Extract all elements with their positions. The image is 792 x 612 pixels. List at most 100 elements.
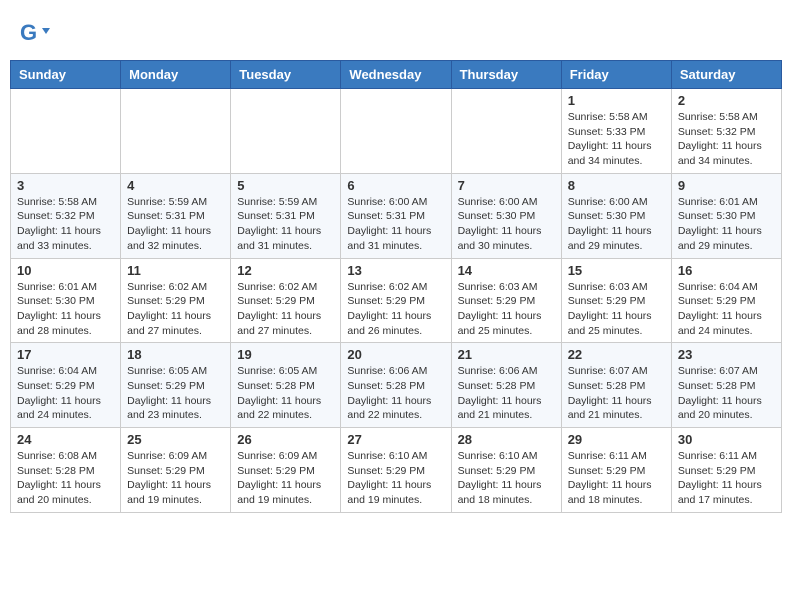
calendar-cell: 14Sunrise: 6:03 AM Sunset: 5:29 PM Dayli…	[451, 258, 561, 343]
day-info: Sunrise: 6:09 AM Sunset: 5:29 PM Dayligh…	[127, 449, 224, 508]
calendar-cell: 15Sunrise: 6:03 AM Sunset: 5:29 PM Dayli…	[561, 258, 671, 343]
day-info: Sunrise: 6:07 AM Sunset: 5:28 PM Dayligh…	[568, 364, 665, 423]
day-info: Sunrise: 6:02 AM Sunset: 5:29 PM Dayligh…	[347, 280, 444, 339]
calendar-table: SundayMondayTuesdayWednesdayThursdayFrid…	[10, 60, 782, 513]
day-number: 17	[17, 347, 114, 362]
day-number: 2	[678, 93, 775, 108]
day-info: Sunrise: 6:07 AM Sunset: 5:28 PM Dayligh…	[678, 364, 775, 423]
day-info: Sunrise: 6:00 AM Sunset: 5:30 PM Dayligh…	[568, 195, 665, 254]
calendar-week-5: 24 Sunrise: 6:08 AM Sunset: 5:28 PM Dayli…	[11, 428, 782, 513]
day-number: 29	[568, 432, 665, 447]
day-info: Sunrise: 6:01 AM Sunset: 5:30 PM Dayligh…	[17, 280, 114, 339]
day-number: 14	[458, 263, 555, 278]
day-info: Sunrise: 6:00 AM Sunset: 5:31 PM Dayligh…	[347, 195, 444, 254]
day-number: 19	[237, 347, 334, 362]
svg-text:G: G	[20, 20, 37, 45]
calendar-cell	[231, 89, 341, 174]
day-info: Sunrise: 6:00 AM Sunset: 5:30 PM Dayligh…	[458, 195, 555, 254]
day-number: 13	[347, 263, 444, 278]
day-info: Sunrise: 6:06 AM Sunset: 5:28 PM Dayligh…	[458, 364, 555, 423]
calendar-cell: 28 Sunrise: 6:10 AM Sunset: 5:29 PM Dayli…	[451, 428, 561, 513]
day-number: 20	[347, 347, 444, 362]
day-number: 12	[237, 263, 334, 278]
calendar-week-3: 10 Sunrise: 6:01 AM Sunset: 5:30 PM Dayli…	[11, 258, 782, 343]
day-number: 26	[237, 432, 334, 447]
day-number: 23	[678, 347, 775, 362]
calendar-cell: 16 Sunrise: 6:04 AM Sunset: 5:29 PM Dayli…	[671, 258, 781, 343]
day-info: Sunrise: 6:08 AM Sunset: 5:28 PM Dayligh…	[17, 449, 114, 508]
calendar-cell: 1Sunrise: 5:58 AM Sunset: 5:33 PM Daylig…	[561, 89, 671, 174]
day-number: 18	[127, 347, 224, 362]
weekday-header-sunday: Sunday	[11, 61, 121, 89]
day-number: 28	[458, 432, 555, 447]
day-info: Sunrise: 6:05 AM Sunset: 5:29 PM Dayligh…	[127, 364, 224, 423]
day-info: Sunrise: 6:11 AM Sunset: 5:29 PM Dayligh…	[678, 449, 775, 508]
weekday-header-thursday: Thursday	[451, 61, 561, 89]
calendar-cell: 29 Sunrise: 6:11 AM Sunset: 5:29 PM Dayli…	[561, 428, 671, 513]
day-info: Sunrise: 6:05 AM Sunset: 5:28 PM Dayligh…	[237, 364, 334, 423]
weekday-header-row: SundayMondayTuesdayWednesdayThursdayFrid…	[11, 61, 782, 89]
day-info: Sunrise: 5:58 AM Sunset: 5:32 PM Dayligh…	[678, 110, 775, 169]
page-header: G	[10, 10, 782, 55]
day-number: 8	[568, 178, 665, 193]
day-info: Sunrise: 5:58 AM Sunset: 5:33 PM Dayligh…	[568, 110, 665, 169]
day-number: 6	[347, 178, 444, 193]
day-number: 3	[17, 178, 114, 193]
day-number: 10	[17, 263, 114, 278]
calendar-cell: 21 Sunrise: 6:06 AM Sunset: 5:28 PM Dayli…	[451, 343, 561, 428]
logo: G	[20, 20, 54, 50]
day-info: Sunrise: 6:11 AM Sunset: 5:29 PM Dayligh…	[568, 449, 665, 508]
calendar-cell: 3 Sunrise: 5:58 AM Sunset: 5:32 PM Daylig…	[11, 173, 121, 258]
day-info: Sunrise: 6:02 AM Sunset: 5:29 PM Dayligh…	[127, 280, 224, 339]
calendar-cell: 13 Sunrise: 6:02 AM Sunset: 5:29 PM Dayli…	[341, 258, 451, 343]
day-info: Sunrise: 5:59 AM Sunset: 5:31 PM Dayligh…	[127, 195, 224, 254]
day-info: Sunrise: 6:06 AM Sunset: 5:28 PM Dayligh…	[347, 364, 444, 423]
day-info: Sunrise: 5:58 AM Sunset: 5:32 PM Dayligh…	[17, 195, 114, 254]
day-info: Sunrise: 6:10 AM Sunset: 5:29 PM Dayligh…	[347, 449, 444, 508]
day-info: Sunrise: 6:03 AM Sunset: 5:29 PM Dayligh…	[568, 280, 665, 339]
calendar-cell: 7Sunrise: 6:00 AM Sunset: 5:30 PM Daylig…	[451, 173, 561, 258]
day-number: 16	[678, 263, 775, 278]
calendar-cell: 8 Sunrise: 6:00 AM Sunset: 5:30 PM Daylig…	[561, 173, 671, 258]
calendar-cell: 18 Sunrise: 6:05 AM Sunset: 5:29 PM Dayli…	[121, 343, 231, 428]
calendar-cell: 11 Sunrise: 6:02 AM Sunset: 5:29 PM Dayli…	[121, 258, 231, 343]
day-number: 11	[127, 263, 224, 278]
calendar-cell: 19 Sunrise: 6:05 AM Sunset: 5:28 PM Dayli…	[231, 343, 341, 428]
calendar-cell: 25 Sunrise: 6:09 AM Sunset: 5:29 PM Dayli…	[121, 428, 231, 513]
weekday-header-tuesday: Tuesday	[231, 61, 341, 89]
calendar-week-4: 17 Sunrise: 6:04 AM Sunset: 5:29 PM Dayli…	[11, 343, 782, 428]
day-info: Sunrise: 6:01 AM Sunset: 5:30 PM Dayligh…	[678, 195, 775, 254]
calendar-cell	[451, 89, 561, 174]
calendar-cell	[11, 89, 121, 174]
day-number: 9	[678, 178, 775, 193]
calendar-cell: 6 Sunrise: 6:00 AM Sunset: 5:31 PM Daylig…	[341, 173, 451, 258]
weekday-header-friday: Friday	[561, 61, 671, 89]
day-info: Sunrise: 6:10 AM Sunset: 5:29 PM Dayligh…	[458, 449, 555, 508]
day-number: 25	[127, 432, 224, 447]
day-number: 24	[17, 432, 114, 447]
calendar-cell: 27 Sunrise: 6:10 AM Sunset: 5:29 PM Dayli…	[341, 428, 451, 513]
calendar-cell	[121, 89, 231, 174]
calendar-cell: 5 Sunrise: 5:59 AM Sunset: 5:31 PM Daylig…	[231, 173, 341, 258]
calendar-cell: 22 Sunrise: 6:07 AM Sunset: 5:28 PM Dayli…	[561, 343, 671, 428]
calendar-week-1: 1Sunrise: 5:58 AM Sunset: 5:33 PM Daylig…	[11, 89, 782, 174]
weekday-header-saturday: Saturday	[671, 61, 781, 89]
day-info: Sunrise: 5:59 AM Sunset: 5:31 PM Dayligh…	[237, 195, 334, 254]
calendar-cell	[341, 89, 451, 174]
calendar-cell: 23 Sunrise: 6:07 AM Sunset: 5:28 PM Dayli…	[671, 343, 781, 428]
day-number: 21	[458, 347, 555, 362]
calendar-cell: 4Sunrise: 5:59 AM Sunset: 5:31 PM Daylig…	[121, 173, 231, 258]
calendar-cell: 12Sunrise: 6:02 AM Sunset: 5:29 PM Dayli…	[231, 258, 341, 343]
calendar-cell: 17 Sunrise: 6:04 AM Sunset: 5:29 PM Dayli…	[11, 343, 121, 428]
calendar-cell: 10 Sunrise: 6:01 AM Sunset: 5:30 PM Dayli…	[11, 258, 121, 343]
day-info: Sunrise: 6:04 AM Sunset: 5:29 PM Dayligh…	[678, 280, 775, 339]
day-number: 22	[568, 347, 665, 362]
day-number: 27	[347, 432, 444, 447]
calendar-week-2: 3 Sunrise: 5:58 AM Sunset: 5:32 PM Daylig…	[11, 173, 782, 258]
calendar-cell: 9 Sunrise: 6:01 AM Sunset: 5:30 PM Daylig…	[671, 173, 781, 258]
day-info: Sunrise: 6:04 AM Sunset: 5:29 PM Dayligh…	[17, 364, 114, 423]
day-number: 5	[237, 178, 334, 193]
weekday-header-wednesday: Wednesday	[341, 61, 451, 89]
calendar-cell: 26Sunrise: 6:09 AM Sunset: 5:29 PM Dayli…	[231, 428, 341, 513]
calendar-cell: 30Sunrise: 6:11 AM Sunset: 5:29 PM Dayli…	[671, 428, 781, 513]
